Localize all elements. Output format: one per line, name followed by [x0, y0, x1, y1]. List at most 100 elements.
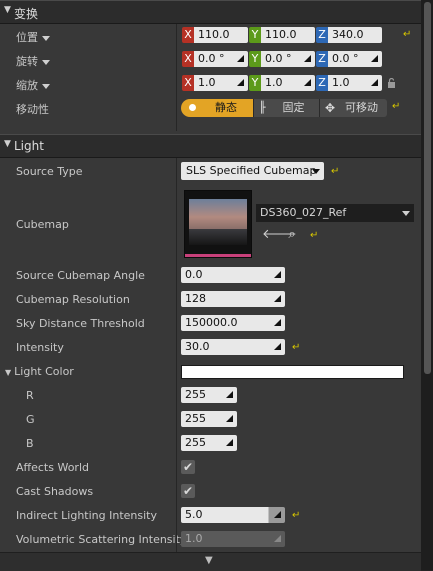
drag-handle-icon[interactable]: [274, 271, 281, 278]
reset-arrow-icon[interactable]: ↵: [310, 231, 320, 241]
chevron-down-icon[interactable]: [42, 59, 50, 65]
affects-world-checkbox[interactable]: ✔: [181, 460, 195, 474]
search-icon[interactable]: ⌕: [285, 228, 299, 242]
z-axis-tag: Z: [316, 51, 328, 67]
cubemap-thumbnail[interactable]: [184, 190, 252, 258]
drag-handle-icon[interactable]: [274, 511, 281, 518]
sky-distance-threshold-label: Sky Distance Threshold: [16, 317, 145, 330]
scale-y-field[interactable]: 1.0: [261, 75, 315, 91]
y-axis-tag: Y: [249, 75, 261, 91]
color-r-field[interactable]: 255: [181, 387, 237, 403]
source-cubemap-angle-label: Source Cubemap Angle: [16, 269, 145, 282]
rotation-z-field[interactable]: 0.0 °: [328, 51, 382, 67]
collapse-arrow-icon[interactable]: ▼: [4, 5, 11, 15]
source-type-value: SLS Specified Cubemap: [186, 164, 317, 177]
source-type-dropdown[interactable]: SLS Specified Cubemap: [181, 162, 324, 180]
location-z-field[interactable]: 340.0: [328, 27, 382, 43]
scale-z-field[interactable]: 1.0: [328, 75, 382, 91]
intensity-field[interactable]: 30.0: [181, 339, 285, 355]
scale-x-field[interactable]: 1.0: [194, 75, 248, 91]
drag-handle-icon[interactable]: [274, 295, 281, 302]
mobility-stationary-button[interactable]: ╟ 固定: [253, 99, 319, 117]
drag-handle-icon[interactable]: [274, 535, 281, 542]
scale-row: 缩放 X 1.0 Y 1.0 Z 1.0: [0, 72, 421, 96]
z-axis-tag: Z: [316, 27, 328, 43]
color-g-field[interactable]: 255: [181, 411, 237, 427]
transform-section-header[interactable]: ▼ 变换: [0, 0, 421, 24]
drag-handle-icon[interactable]: [371, 55, 378, 62]
lock-icon[interactable]: [387, 78, 396, 88]
column-divider[interactable]: [176, 158, 177, 552]
column-divider[interactable]: [176, 24, 177, 131]
x-axis-tag: X: [182, 27, 194, 43]
chevron-down-icon[interactable]: [42, 35, 50, 41]
cast-shadows-checkbox[interactable]: ✔: [181, 484, 195, 498]
drag-handle-icon[interactable]: [226, 415, 233, 422]
reset-arrow-icon[interactable]: ↵: [292, 511, 302, 521]
more-chevron-icon[interactable]: ▼: [205, 556, 213, 566]
color-r-row: R 255: [0, 383, 421, 407]
indirect-lighting-intensity-field[interactable]: 5.0: [181, 507, 285, 523]
reset-arrow-icon[interactable]: ↵: [331, 167, 341, 177]
light-color-swatch[interactable]: [181, 365, 404, 379]
location-x-field[interactable]: 110.0: [194, 27, 248, 43]
drag-handle-icon[interactable]: [371, 79, 378, 86]
thumbnail-ground: [189, 229, 247, 245]
volumetric-scattering-intensity-label: Volumetric Scattering Intensity: [16, 533, 187, 546]
collapse-arrow-icon[interactable]: ▼: [4, 139, 11, 149]
sky-distance-threshold-field[interactable]: 150000.0: [181, 315, 285, 331]
volumetric-scattering-intensity-field[interactable]: 1.0: [181, 531, 285, 547]
advanced-expander[interactable]: ▼: [0, 552, 421, 571]
cubemap-asset-dropdown[interactable]: DS360_027_Ref: [256, 204, 414, 222]
light-section-header[interactable]: ▼ Light: [0, 134, 421, 158]
drag-handle-icon[interactable]: [304, 79, 311, 86]
color-b-row: B 255: [0, 431, 421, 455]
rotation-x-field[interactable]: 0.0 °: [194, 51, 248, 67]
scrollbar-thumb[interactable]: [424, 2, 431, 374]
cast-shadows-label: Cast Shadows: [16, 485, 94, 498]
color-b-field[interactable]: 255: [181, 435, 237, 451]
scale-label[interactable]: 缩放: [16, 77, 50, 93]
drag-handle-icon[interactable]: [274, 319, 281, 326]
drag-handle-icon[interactable]: [237, 79, 244, 86]
light-color-row: ▼ Light Color: [0, 359, 421, 383]
chevron-down-icon: [402, 211, 410, 216]
affects-world-label: Affects World: [16, 461, 89, 474]
drag-handle-icon[interactable]: [237, 55, 244, 62]
light-color-label[interactable]: ▼ Light Color: [5, 365, 74, 378]
reset-arrow-icon[interactable]: ↵: [292, 343, 302, 353]
color-r-label: R: [26, 389, 34, 402]
cubemap-resolution-label: Cubemap Resolution: [16, 293, 130, 306]
rotation-y-field[interactable]: 0.0 °: [261, 51, 315, 67]
rotation-row: 旋转 X 0.0 ° Y 0.0 ° Z 0.0 °: [0, 48, 421, 72]
rotation-label[interactable]: 旋转: [16, 53, 50, 69]
color-b-label: B: [26, 437, 34, 450]
static-dot-icon: [189, 104, 196, 111]
reset-arrow-icon[interactable]: ↵: [403, 30, 413, 40]
location-y-field[interactable]: 110.0: [261, 27, 315, 43]
indirect-lighting-intensity-label: Indirect Lighting Intensity: [16, 509, 157, 522]
move-icon: ✥: [325, 101, 336, 115]
cubemap-resolution-field[interactable]: 128: [181, 291, 285, 307]
sky-distance-threshold-row: Sky Distance Threshold 150000.0: [0, 311, 421, 335]
mobility-movable-button[interactable]: ✥ 可移动: [319, 99, 387, 117]
indirect-lighting-intensity-row: Indirect Lighting Intensity 5.0 ↵: [0, 503, 421, 527]
drag-handle-icon[interactable]: [304, 55, 311, 62]
chevron-down-icon[interactable]: [42, 83, 50, 89]
scrollbar[interactable]: [421, 0, 433, 570]
color-g-label: G: [26, 413, 35, 426]
reset-arrow-icon[interactable]: ↵: [392, 102, 402, 112]
drag-handle-icon[interactable]: [274, 343, 281, 350]
drag-handle-icon[interactable]: [226, 439, 233, 446]
expand-arrow-icon[interactable]: ▼: [5, 368, 11, 377]
intensity-row: Intensity 30.0 ↵: [0, 335, 421, 359]
cast-shadows-row: Cast Shadows ✔: [0, 479, 421, 503]
drag-handle-icon[interactable]: [226, 391, 233, 398]
source-cubemap-angle-field[interactable]: 0.0: [181, 267, 285, 283]
cubemap-asset-value: DS360_027_Ref: [260, 206, 347, 219]
location-label[interactable]: 位置: [16, 29, 50, 45]
light-title: Light: [14, 139, 44, 153]
browse-arrow-icon[interactable]: 🡐: [262, 228, 297, 242]
mobility-static-button[interactable]: 静态: [181, 99, 253, 117]
x-axis-tag: X: [182, 51, 194, 67]
